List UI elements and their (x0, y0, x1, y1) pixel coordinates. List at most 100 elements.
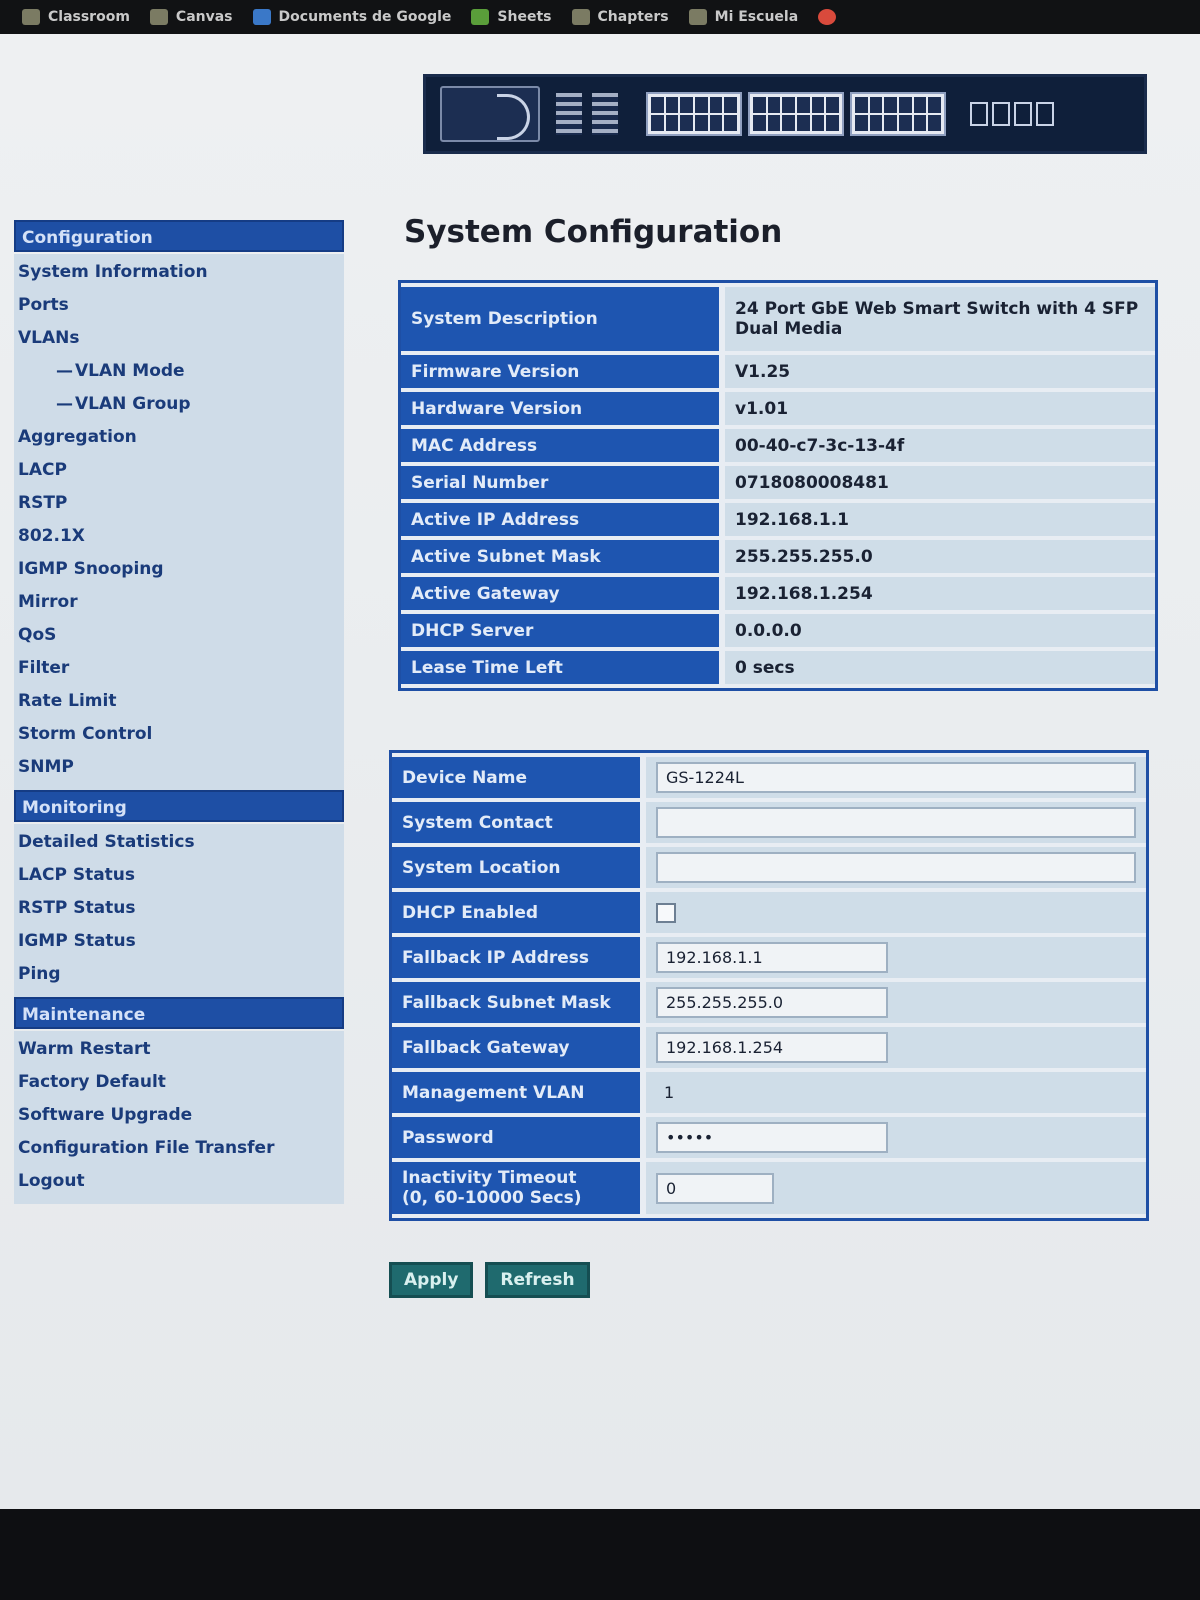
sidebar-item-logout[interactable]: Logout (16, 1165, 344, 1198)
form-actions: Apply Refresh (389, 1262, 590, 1298)
table-row: Device Name (392, 757, 1146, 798)
table-row: DHCP Enabled (392, 892, 1146, 933)
apply-button[interactable]: Apply (389, 1262, 474, 1298)
info-value: 192.168.1.1 (719, 503, 1155, 536)
system-location-input[interactable] (656, 852, 1136, 883)
sidebar-item-factory-default[interactable]: Factory Default (16, 1066, 344, 1099)
info-value: v1.01 (719, 392, 1155, 425)
sidebar-item-lacp[interactable]: LACP (16, 454, 344, 487)
sidebar-item-igmp-snooping[interactable]: IGMP Snooping (16, 553, 344, 586)
sidebar-item-igmp-status[interactable]: IGMP Status (16, 925, 344, 958)
docs-icon (252, 9, 271, 25)
info-value: 0 secs (719, 651, 1155, 684)
bookmark-canvas[interactable]: Canvas (149, 9, 233, 25)
sidebar-item-software-upgrade[interactable]: Software Upgrade (16, 1099, 344, 1132)
sidebar-item-config-file-transfer[interactable]: Configuration File Transfer (16, 1132, 344, 1165)
dhcp-enabled-checkbox[interactable] (656, 902, 676, 923)
table-row: System Description 24 Port GbE Web Smart… (401, 287, 1155, 351)
password-input[interactable] (656, 1122, 888, 1153)
sidebar-item-vlans[interactable]: VLANs (16, 322, 344, 355)
page-title: System Configuration (404, 214, 783, 250)
bookmark-chapters[interactable]: Chapters (571, 9, 669, 25)
fallback-gateway-label: Fallback Gateway (392, 1027, 640, 1068)
device-name-input[interactable] (656, 762, 1136, 793)
sidebar-item-lacp-status[interactable]: LACP Status (16, 859, 344, 892)
info-value: 00-40-c7-3c-13-4f (719, 429, 1155, 462)
system-info-table: System Description 24 Port GbE Web Smart… (398, 280, 1158, 691)
bookmark-school[interactable]: Mi Escuela (688, 9, 798, 25)
info-label: System Description (401, 287, 719, 351)
sheets-icon (471, 9, 490, 25)
sidebar-item-mirror[interactable]: Mirror (16, 586, 344, 619)
web-page: Configuration System Information Ports V… (0, 34, 1200, 1509)
school-icon (688, 9, 707, 25)
dhcp-enabled-label: DHCP Enabled (392, 892, 640, 933)
classroom-icon (22, 9, 40, 25)
table-row: Password (392, 1117, 1146, 1158)
system-config-form: Device Name System Contact System Locati… (389, 750, 1149, 1221)
sidebar-item-filter[interactable]: Filter (16, 652, 344, 685)
sidebar-item-rate-limit[interactable]: Rate Limit (16, 685, 344, 718)
sidebar-item-detailed-statistics[interactable]: Detailed Statistics (16, 826, 344, 859)
sidebar-group-monitoring: Detailed Statistics LACP Status RSTP Sta… (14, 824, 344, 997)
info-value: 24 Port GbE Web Smart Switch with 4 SFP … (719, 287, 1155, 351)
fallback-ip-input[interactable] (656, 942, 888, 973)
bookmark-docs[interactable]: Documents de Google (252, 9, 451, 25)
sidebar-item-storm-control[interactable]: Storm Control (16, 718, 344, 751)
info-label: Active Subnet Mask (401, 540, 719, 573)
bookmark-sheets[interactable]: Sheets (471, 9, 552, 25)
info-label: Firmware Version (401, 355, 719, 388)
sidebar-item-vlan-group[interactable]: VLAN Group (16, 388, 344, 421)
sfp-ports (970, 102, 1054, 126)
info-value: 0718080008481 (719, 466, 1155, 499)
sidebar-item-rstp-status[interactable]: RSTP Status (16, 892, 344, 925)
info-label: Serial Number (401, 466, 719, 499)
sidebar-header-configuration[interactable]: Configuration (14, 220, 344, 252)
inactivity-timeout-title: Inactivity Timeout (402, 1168, 577, 1188)
vendor-logo (440, 86, 540, 142)
table-row: System Contact (392, 802, 1146, 843)
info-value: 255.255.255.0 (719, 540, 1155, 573)
refresh-button[interactable]: Refresh (485, 1262, 590, 1298)
sidebar-item-8021x[interactable]: 802.1X (16, 520, 344, 553)
table-row: Active IP Address 192.168.1.1 (401, 503, 1155, 536)
sidebar-header-monitoring[interactable]: Monitoring (14, 790, 344, 822)
bookmark-classroom[interactable]: Classroom (22, 9, 130, 25)
sidebar-item-rstp[interactable]: RSTP (16, 487, 344, 520)
system-contact-input[interactable] (656, 807, 1136, 838)
fallback-gateway-input[interactable] (656, 1032, 888, 1063)
sidebar-item-ports[interactable]: Ports (16, 289, 344, 322)
table-row: Fallback Subnet Mask (392, 982, 1146, 1023)
table-row: Management VLAN (392, 1072, 1146, 1113)
sidebar-item-warm-restart[interactable]: Warm Restart (16, 1033, 344, 1066)
info-label: Hardware Version (401, 392, 719, 425)
fallback-mask-input[interactable] (656, 987, 888, 1018)
profile-avatar[interactable] (818, 9, 837, 25)
table-row: Hardware Version v1.01 (401, 392, 1155, 425)
table-row: Firmware Version V1.25 (401, 355, 1155, 388)
info-label: Active Gateway (401, 577, 719, 610)
inactivity-timeout-input[interactable] (656, 1172, 774, 1204)
system-location-label: System Location (392, 847, 640, 888)
table-row: Inactivity Timeout (0, 60-10000 Secs) (392, 1162, 1146, 1214)
sidebar-item-vlan-mode[interactable]: VLAN Mode (16, 355, 344, 388)
info-value: 192.168.1.254 (719, 577, 1155, 610)
inactivity-timeout-range: (0, 60-10000 Secs) (402, 1188, 582, 1208)
canvas-icon (149, 9, 168, 25)
sidebar-item-snmp[interactable]: SNMP (16, 751, 344, 784)
sidebar-header-maintenance[interactable]: Maintenance (14, 997, 344, 1029)
info-value: V1.25 (719, 355, 1155, 388)
password-label: Password (392, 1117, 640, 1158)
table-row: Active Gateway 192.168.1.254 (401, 577, 1155, 610)
sidebar-item-aggregation[interactable]: Aggregation (16, 421, 344, 454)
sidebar-item-qos[interactable]: QoS (16, 619, 344, 652)
info-label: Active IP Address (401, 503, 719, 536)
table-row: Active Subnet Mask 255.255.255.0 (401, 540, 1155, 573)
switch-banner (423, 74, 1147, 154)
chapters-icon (571, 9, 590, 25)
info-value: 0.0.0.0 (719, 614, 1155, 647)
table-row: MAC Address 00-40-c7-3c-13-4f (401, 429, 1155, 462)
management-vlan-input[interactable] (656, 1077, 888, 1108)
sidebar-item-system-information[interactable]: System Information (16, 256, 344, 289)
sidebar-item-ping[interactable]: Ping (16, 958, 344, 991)
